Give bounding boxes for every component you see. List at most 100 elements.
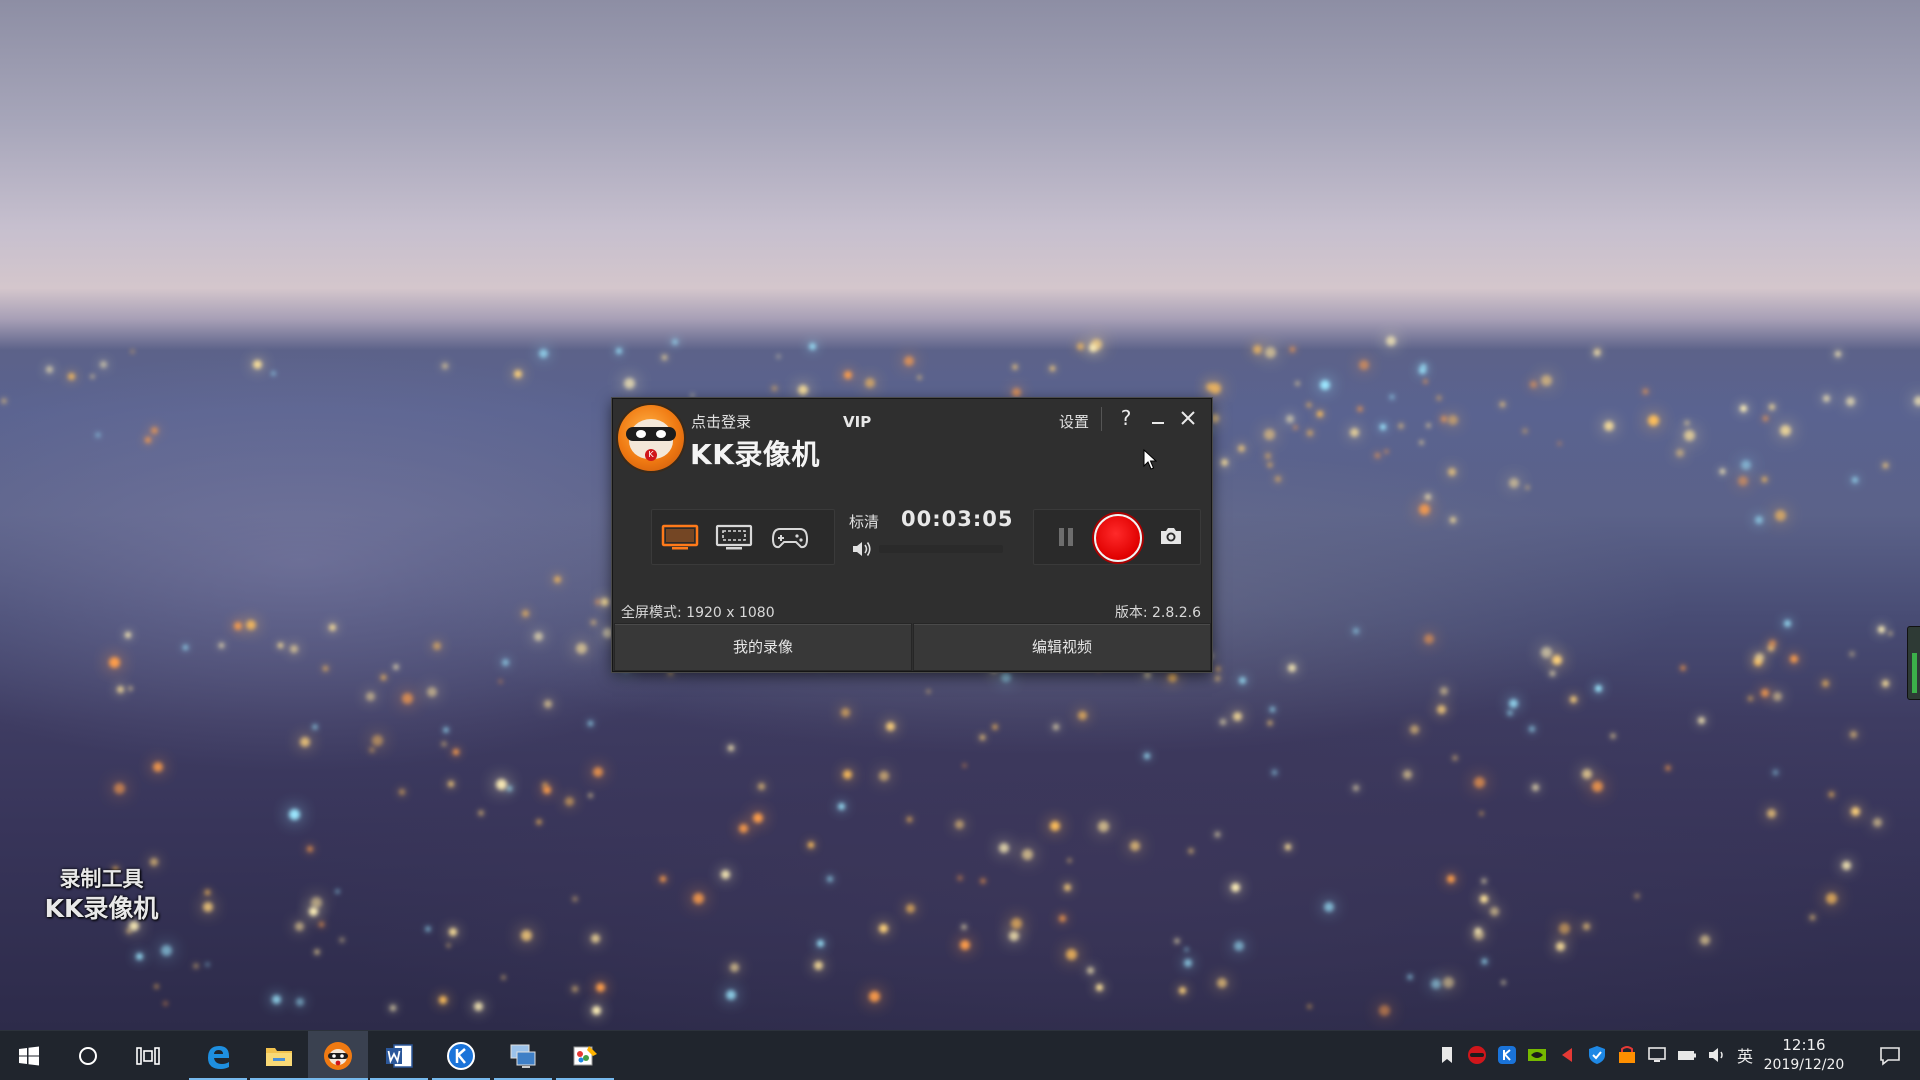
red-arrow-tray-icon[interactable] <box>1556 1044 1578 1066</box>
city-light <box>954 819 964 829</box>
city-light <box>1772 692 1782 702</box>
city-light <box>1011 917 1023 929</box>
monitor-icon <box>661 524 699 550</box>
city-light <box>313 725 318 730</box>
action-center-button[interactable] <box>1866 1031 1914 1080</box>
city-light <box>1769 403 1776 410</box>
city-light <box>1210 383 1222 395</box>
shield-tray-icon[interactable] <box>1586 1044 1608 1066</box>
kk-recorder-app-icon <box>324 1042 352 1070</box>
city-light <box>1423 380 1427 384</box>
city-light <box>91 375 95 379</box>
settings-button[interactable]: 设置 <box>1059 411 1089 432</box>
city-light <box>1846 397 1856 406</box>
speaker-tray-icon[interactable] <box>1706 1044 1728 1066</box>
city-light <box>1096 984 1104 992</box>
city-light <box>506 785 512 791</box>
desktop-watermark: 录制工具 KK录像机 <box>34 864 169 924</box>
city-light <box>1700 934 1710 945</box>
vip-link[interactable]: VIP <box>843 413 871 431</box>
city-light <box>1216 666 1221 671</box>
city-light <box>1420 363 1426 369</box>
city-light <box>1720 468 1726 474</box>
region-select-icon <box>715 524 753 550</box>
quality-selector[interactable]: 标清 <box>849 511 879 532</box>
network-tray-icon[interactable] <box>1646 1044 1668 1066</box>
city-light <box>116 685 124 693</box>
city-light <box>537 819 542 824</box>
help-button[interactable]: ? <box>1113 405 1139 431</box>
city-light <box>452 749 459 756</box>
start-button[interactable] <box>0 1031 58 1080</box>
game-mode-button[interactable] <box>770 522 810 552</box>
edge-side-widget[interactable] <box>1907 626 1920 700</box>
city-light <box>623 378 635 390</box>
taskbar-k-app[interactable] <box>432 1031 490 1080</box>
pause-button[interactable] <box>1056 526 1076 550</box>
city-light <box>1480 812 1484 816</box>
minimize-button[interactable] <box>1145 405 1171 431</box>
city-light <box>163 1002 167 1006</box>
my-recordings-button[interactable]: 我的录像 <box>614 623 912 671</box>
bookmark-tray-icon[interactable] <box>1436 1044 1458 1066</box>
taskbar-remote-desktop[interactable] <box>494 1031 552 1080</box>
city-light <box>1842 860 1852 870</box>
search-button[interactable] <box>58 1031 118 1080</box>
city-light <box>1766 808 1776 818</box>
task-view-button[interactable] <box>118 1031 178 1080</box>
city-light <box>309 907 319 917</box>
city-light <box>1441 416 1448 423</box>
fullscreen-mode-button[interactable] <box>660 522 700 552</box>
city-light <box>448 780 454 787</box>
volume-slider[interactable] <box>879 545 1003 553</box>
input-method-indicator[interactable]: 英 <box>1737 1043 1753 1067</box>
notification-icon <box>1880 1047 1900 1066</box>
city-light <box>1881 679 1889 687</box>
taskbar: 英 12:16 2019/12/20 <box>0 1030 1920 1080</box>
city-light <box>963 764 967 768</box>
volume-icon[interactable] <box>851 539 873 559</box>
city-light <box>1449 516 1456 523</box>
city-light <box>573 897 578 902</box>
city-light <box>592 1005 602 1015</box>
screenshot-camera-icon[interactable] <box>1158 524 1184 548</box>
city-light <box>809 343 817 351</box>
city-light <box>840 707 850 717</box>
k-app-tray-icon[interactable] <box>1496 1044 1518 1066</box>
city-light <box>154 985 158 989</box>
taskbar-word[interactable] <box>370 1031 428 1080</box>
city-light <box>449 927 458 936</box>
folder-icon <box>266 1048 292 1066</box>
city-light <box>425 927 430 932</box>
city-light <box>1097 821 1109 833</box>
city-light <box>1238 677 1246 685</box>
taskbar-clock[interactable]: 12:16 2019/12/20 <box>1762 1035 1846 1075</box>
store-tray-icon[interactable] <box>1616 1044 1638 1066</box>
region-mode-button[interactable] <box>714 522 754 552</box>
battery-tray-icon[interactable] <box>1676 1044 1698 1066</box>
k-circle-icon <box>447 1042 475 1070</box>
city-light <box>662 355 668 361</box>
clock-date: 2019/12/20 <box>1763 1057 1845 1073</box>
taskbar-kk-recorder[interactable] <box>308 1031 368 1080</box>
nvidia-tray-icon[interactable] <box>1526 1044 1548 1066</box>
login-link[interactable]: 点击登录 <box>691 411 751 432</box>
city-light <box>1850 806 1860 816</box>
record-button[interactable] <box>1094 514 1142 562</box>
city-light <box>1424 634 1435 645</box>
help-icon: ? <box>1120 406 1132 430</box>
city-light <box>295 921 305 931</box>
edit-video-button[interactable]: 编辑视频 <box>913 623 1211 671</box>
taskbar-edge[interactable] <box>189 1031 247 1080</box>
taskbar-paint-app[interactable] <box>556 1031 614 1080</box>
version-text: 版本: 2.8.2.6 <box>1114 605 1201 621</box>
recording-mode-panel <box>651 509 835 565</box>
city-light <box>1427 424 1431 428</box>
close-button[interactable] <box>1175 405 1201 431</box>
city-light <box>1810 914 1816 920</box>
city-light <box>1009 931 1020 942</box>
kk-recorder-tray-icon[interactable] <box>1466 1044 1488 1066</box>
city-light <box>1407 974 1412 979</box>
taskbar-file-explorer[interactable] <box>250 1031 308 1080</box>
city-light <box>1013 364 1018 369</box>
